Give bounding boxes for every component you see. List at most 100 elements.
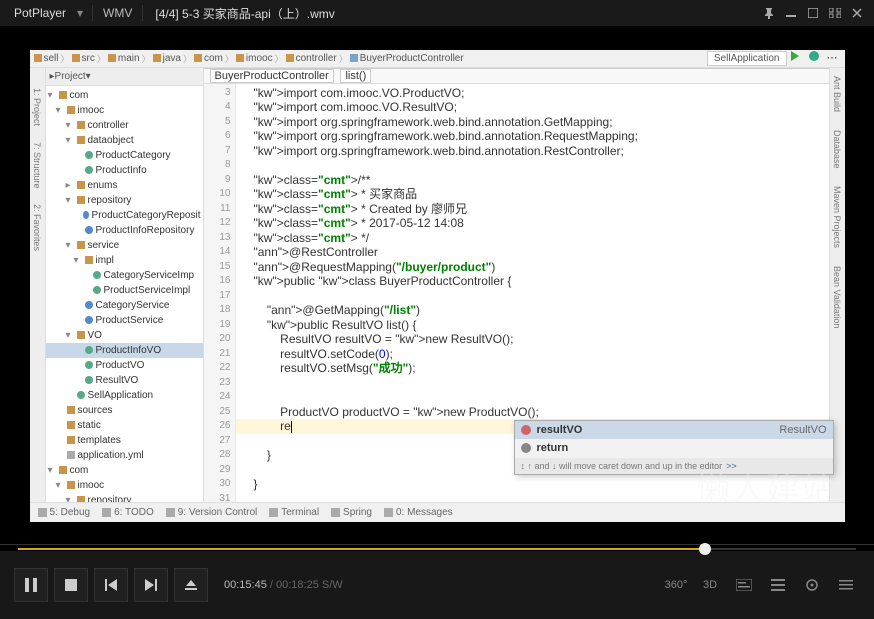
autocomplete-popup[interactable]: resultVOResultVOreturn↕ ↑ and ↓ will mov… (514, 420, 834, 476)
bottom-tool[interactable]: Terminal (269, 507, 319, 518)
tree-item[interactable]: ProductInfo (46, 163, 203, 178)
tool-tab[interactable]: 1: Project (32, 88, 42, 126)
breadcrumb-method[interactable]: list() (340, 69, 371, 83)
editor-breadcrumb[interactable]: BuyerProductController list() (204, 69, 829, 84)
tool-tab[interactable]: Maven Projects (832, 186, 842, 248)
stop-button[interactable] (54, 568, 88, 602)
bottom-tool[interactable]: 5: Debug (38, 507, 91, 518)
minimize-icon[interactable] (780, 2, 802, 24)
tree-item[interactable]: ▸enums (46, 178, 203, 193)
breadcrumb-item[interactable]: com (194, 53, 223, 64)
tree-item[interactable]: ▾controller (46, 118, 203, 133)
tool-tab[interactable]: Database (832, 130, 842, 169)
code-editor[interactable]: 3456789101112131415161718192021222324252… (204, 84, 829, 502)
tree-item[interactable]: sources (46, 403, 203, 418)
tree-item[interactable]: templates (46, 433, 203, 448)
tree-item[interactable]: ▾service (46, 238, 203, 253)
menu-arrow-icon[interactable]: ▾ (74, 6, 86, 20)
time-display: 00:15:45 / 00:18:25 S/W (224, 579, 343, 591)
autocomplete-hint: ↕ ↑ and ↓ will move caret down and up in… (515, 458, 833, 475)
tool-tab[interactable]: 2: Favorites (32, 204, 42, 251)
tree-item[interactable]: ▾imooc (46, 103, 203, 118)
tree-item[interactable]: ProductVO (46, 358, 203, 373)
gutter: 3456789101112131415161718192021222324252… (204, 84, 236, 502)
run-toolbar: SellApplication ⋯ (707, 51, 845, 66)
fullscreen-icon[interactable] (824, 2, 846, 24)
breadcrumb-item[interactable]: main (108, 53, 140, 64)
tree-item[interactable]: CategoryServiceImp (46, 268, 203, 283)
bottom-tool[interactable]: 9: Version Control (166, 507, 258, 518)
current-time: 00:15:45 (224, 579, 267, 591)
breadcrumb-item[interactable]: controller (286, 53, 337, 64)
menu-icon[interactable] (832, 571, 860, 599)
eject-button[interactable] (174, 568, 208, 602)
project-label: Project (55, 71, 86, 82)
tree-item[interactable]: ProductCategoryReposit (46, 208, 203, 223)
tree-item[interactable]: ▾com (46, 463, 203, 478)
bottom-tool[interactable]: Spring (331, 507, 372, 518)
autocomplete-item[interactable]: return (515, 439, 833, 458)
playlist-icon[interactable] (764, 571, 792, 599)
seek-bar[interactable] (0, 545, 874, 551)
tool-tab[interactable]: 7: Structure (32, 142, 42, 189)
titlebar: PotPlayer ▾ WMV [4/4] 5-3 买家商品-api（上）.wm… (0, 0, 874, 26)
ide-toolbar: sell〉src〉main〉java〉com〉imooc〉controller〉… (30, 50, 845, 68)
breadcrumb[interactable]: sell〉src〉main〉java〉com〉imooc〉controller〉… (30, 52, 707, 65)
breadcrumb-item[interactable]: sell (34, 53, 59, 64)
tree-item[interactable]: ProductServiceImpl (46, 283, 203, 298)
tree-item[interactable]: ▾VO (46, 328, 203, 343)
tree-item[interactable]: SellApplication (46, 388, 203, 403)
360-button[interactable]: 360° (662, 571, 690, 599)
separator (92, 5, 93, 21)
breadcrumb-item[interactable]: java (153, 53, 181, 64)
pin-icon[interactable] (758, 2, 780, 24)
pause-button[interactable] (14, 568, 48, 602)
tree-item[interactable]: ▾impl (46, 253, 203, 268)
video-area: sell〉src〉main〉java〉com〉imooc〉controller〉… (0, 26, 874, 545)
app-name[interactable]: PotPlayer (6, 4, 74, 22)
autocomplete-item[interactable]: resultVOResultVO (515, 421, 833, 440)
player-controls: 00:15:45 / 00:18:25 S/W 360° 3D (0, 551, 874, 619)
tool-tab[interactable]: Ant Build (832, 76, 842, 112)
project-panel-title[interactable]: ▸ Project ▾ (46, 68, 203, 86)
tree-item[interactable]: static (46, 418, 203, 433)
breadcrumb-item[interactable]: imooc (236, 53, 273, 64)
editor-area: ProductService.javaProductServiceImplTes… (204, 68, 829, 502)
run-icon[interactable] (791, 51, 805, 65)
tree-item[interactable]: ▾repository (46, 493, 203, 502)
media-format: WMV (99, 6, 136, 20)
bottom-tool[interactable]: 6: TODO (102, 507, 154, 518)
left-tool-stripe: 1: Project 7: Structure 2: Favorites (30, 68, 46, 502)
tree-item[interactable]: ▾dataobject (46, 133, 203, 148)
tool-tab[interactable]: Bean Validation (832, 266, 842, 328)
debug-icon[interactable] (809, 51, 823, 65)
tree-item[interactable]: ▾repository (46, 193, 203, 208)
tree-item[interactable]: application.yml (46, 448, 203, 463)
run-config-select[interactable]: SellApplication (707, 51, 787, 66)
breadcrumb-item[interactable]: BuyerProductController (350, 53, 464, 64)
tree-item[interactable]: CategoryService (46, 298, 203, 313)
3d-button[interactable]: 3D (696, 571, 724, 599)
tree-item[interactable]: ▾imooc (46, 478, 203, 493)
close-icon[interactable] (846, 2, 868, 24)
maximize-icon[interactable] (802, 2, 824, 24)
subtitle-icon[interactable] (730, 571, 758, 599)
more-icon[interactable]: ⋯ (827, 51, 841, 65)
tree-item[interactable]: ProductInfoRepository (46, 223, 203, 238)
tree-item[interactable]: ProductCategory (46, 148, 203, 163)
duration: 00:18:25 (276, 579, 319, 591)
ide-bottom-bar: 5: Debug 6: TODO 9: Version Control Termina… (30, 502, 845, 522)
tree-item[interactable]: ProductInfoVO (46, 343, 203, 358)
project-tree[interactable]: ▾com▾imooc▾controller▾dataobjectProductC… (46, 86, 203, 502)
breadcrumb-class[interactable]: BuyerProductController (210, 69, 334, 83)
settings-icon[interactable] (798, 571, 826, 599)
breadcrumb-item[interactable]: src (72, 53, 95, 64)
render-mode: S/W (322, 579, 343, 591)
project-panel: ▸ Project ▾ ▾com▾imooc▾controller▾dataob… (46, 68, 204, 502)
tree-item[interactable]: ResultVO (46, 373, 203, 388)
bottom-tool[interactable]: 0: Messages (384, 507, 453, 518)
next-button[interactable] (134, 568, 168, 602)
prev-button[interactable] (94, 568, 128, 602)
separator (142, 5, 143, 21)
tree-item[interactable]: ProductService (46, 313, 203, 328)
